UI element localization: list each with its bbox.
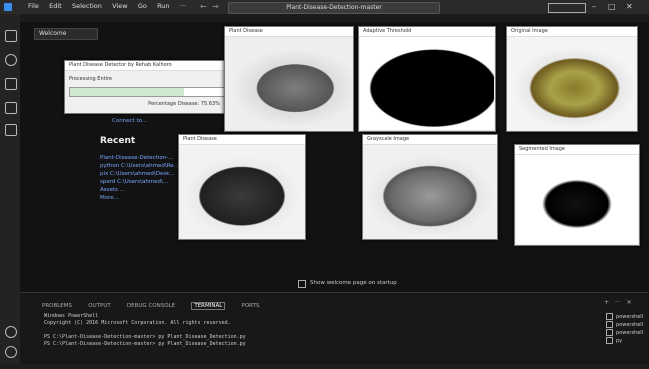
command-center[interactable]: Plant-Disease-Detection-master [228,2,440,14]
tab-problems[interactable]: PROBLEMS [42,303,72,309]
progress-fill [70,88,184,96]
terminal-line: PS C:\Plant-Disease-Detection-master> py… [44,334,246,340]
leaf-image-grayscale [364,145,496,238]
maximize-icon[interactable]: □ [608,2,616,11]
tab-ports[interactable]: PORTS [242,303,260,309]
menu-view[interactable]: View [112,2,127,10]
panel-close-icon[interactable]: ✕ [627,299,632,306]
nav-forward-icon[interactable]: → [212,2,219,11]
new-terminal-icon[interactable]: + [604,299,609,306]
nav-back-icon[interactable]: ← [200,2,207,11]
menu-go[interactable]: Go [138,2,147,10]
tab-output[interactable]: OUTPUT [88,303,110,309]
processing-label: Processing Entire [69,76,112,82]
explorer-icon[interactable] [5,30,17,42]
recent-heading: Recent [100,136,136,146]
recent-item[interactable]: More... [100,194,190,202]
tab-terminal[interactable]: TERMINAL [191,302,226,310]
run-debug-icon[interactable] [5,102,17,114]
title-bar: File Edit Selection View Go Run ··· ← → … [0,0,649,14]
session-item[interactable]: powershell [606,313,646,321]
leaf-image-original [508,37,636,130]
image-window-original: Original Image [506,26,638,132]
welcome-link[interactable]: Connect to... [112,118,147,124]
leaf-image-threshold [360,37,494,130]
source-control-icon[interactable] [5,78,17,90]
tab-welcome[interactable]: Welcome [34,28,98,40]
menu-bar: File Edit Selection View Go Run ··· [28,2,194,10]
window-title: Plant Disease [179,135,305,145]
session-item[interactable]: py [606,337,646,345]
startup-checkbox[interactable] [298,280,306,288]
panel-more-icon[interactable]: ··· [615,299,621,306]
recent-item[interactable]: Plant-Disease-Detection-... [100,154,190,162]
menu-more[interactable]: ··· [180,2,186,10]
menu-selection[interactable]: Selection [72,2,102,10]
minimize-icon[interactable]: – [592,2,596,11]
search-icon[interactable] [5,54,17,66]
recent-item[interactable]: pix C:\Users\ahmed\Desk... [100,170,190,178]
image-window-segmented: Segmented Image [514,144,640,246]
window-title: Plant Disease [225,27,353,37]
window-title: Segmented Image [515,145,639,155]
account-icon[interactable] [5,326,17,338]
menu-run[interactable]: Run [157,2,169,10]
tab-debug-console[interactable]: DEBUG CONSOLE [127,303,175,309]
app-logo-icon [4,3,12,11]
window-title: Grayscale Image [363,135,497,145]
settings-gear-icon[interactable] [5,346,17,358]
session-item[interactable]: powershell [606,329,646,337]
recent-item[interactable]: Assets ... [100,186,190,194]
command-center-label: Plant-Disease-Detection-master [286,4,382,11]
terminal-line: PS C:\Plant-Disease-Detection-master> py… [44,341,246,347]
image-window-plant-disease-2: Plant Disease [178,134,306,240]
menu-edit[interactable]: Edit [49,2,62,10]
extensions-icon[interactable] [5,124,17,136]
status-bar [0,364,649,369]
window-title: Original Image [507,27,637,37]
leaf-image-segmented [516,155,638,244]
recent-item[interactable]: python C:\Users\ahmed\Re... [100,162,190,170]
activity-bar [0,14,20,364]
close-icon[interactable]: ✕ [626,2,633,11]
layout-toggle-icons[interactable] [548,3,586,13]
startup-label: Show welcome page on startup [310,280,397,286]
terminal-line: Copyright (C) 2016 Microsoft Corporation… [44,320,231,326]
leaf-image-gray [226,37,352,130]
image-window-grayscale: Grayscale Image [362,134,498,240]
image-window-plant-disease: Plant Disease [224,26,354,132]
panel-actions: + ··· ✕ [604,299,632,306]
terminal-sessions: powershell powershell powershell py [606,313,646,345]
session-item[interactable]: powershell [606,321,646,329]
tab-welcome-label: Welcome [39,30,67,37]
recent-item[interactable]: sperd C:\Users\ahmed\... [100,178,190,186]
menu-file[interactable]: File [28,2,39,10]
window-title: Adaptive Threshold [359,27,495,37]
recent-list: Plant-Disease-Detection-... python C:\Us… [100,154,190,202]
leaf-image-dark [180,145,304,238]
bottom-panel: PROBLEMS OUTPUT DEBUG CONSOLE TERMINAL P… [20,292,649,365]
terminal-output: Windows PowerShell Copyright (C) 2016 Mi… [44,313,524,348]
panel-tabs: PROBLEMS OUTPUT DEBUG CONSOLE TERMINAL P… [42,301,273,310]
image-window-adaptive-threshold: Adaptive Threshold [358,26,496,132]
terminal-line: Windows PowerShell [44,313,99,319]
